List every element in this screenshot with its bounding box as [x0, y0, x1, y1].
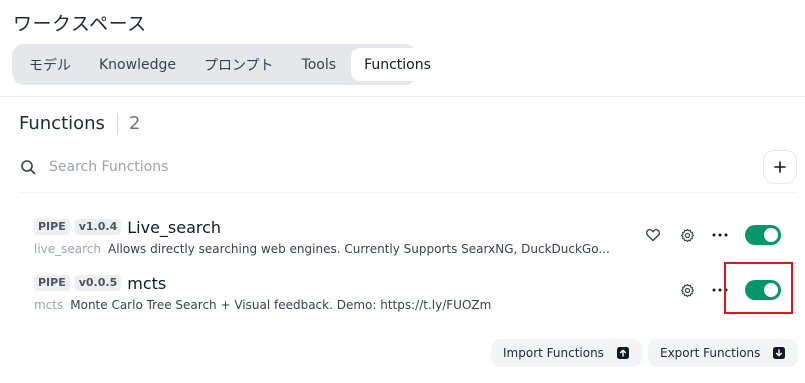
export-label: Export Functions — [660, 346, 761, 360]
heart-icon — [645, 229, 661, 242]
function-name: Live_search — [127, 217, 222, 237]
favorite-button[interactable] — [642, 224, 664, 246]
page-title: ワークスペース — [13, 13, 147, 35]
section-header: Functions 2 — [19, 113, 140, 134]
header-divider — [0, 96, 805, 97]
settings-button[interactable] — [676, 279, 698, 301]
section-title: Functions — [19, 113, 105, 134]
function-description: Monte Carlo Tree Search + Visual feedbac… — [70, 298, 492, 312]
function-count: 2 — [128, 113, 141, 134]
section-separator — [116, 113, 118, 134]
import-label: Import Functions — [503, 346, 604, 360]
tab-knowledge[interactable]: Knowledge — [86, 48, 189, 81]
highlight-box — [724, 262, 793, 314]
add-function-button[interactable] — [763, 150, 797, 184]
search-icon — [19, 158, 37, 176]
upload-icon — [616, 347, 629, 359]
function-id: live_search — [34, 242, 102, 256]
workspace-tabbar: モデル Knowledge プロンプト Tools Functions — [12, 44, 444, 85]
tab-models[interactable]: モデル — [16, 48, 84, 81]
function-id: mcts — [34, 298, 64, 312]
toggle-knob — [764, 228, 778, 242]
more-options-button[interactable] — [709, 224, 731, 246]
export-functions-button[interactable]: Export Functions — [648, 339, 799, 367]
type-badge: PIPE — [34, 219, 70, 235]
gear-icon — [680, 283, 694, 297]
enable-toggle[interactable] — [745, 225, 781, 245]
import-functions-button[interactable]: Import Functions — [491, 339, 642, 367]
function-description: Allows directly searching web engines. C… — [108, 242, 610, 256]
function-name: mcts — [127, 273, 167, 293]
version-badge: v0.0.5 — [74, 275, 122, 291]
search-input[interactable] — [49, 159, 729, 175]
plus-icon — [774, 161, 786, 173]
type-badge: PIPE — [34, 275, 70, 291]
download-icon — [773, 347, 786, 359]
tab-prompts[interactable]: プロンプト — [191, 48, 287, 81]
version-badge: v1.0.4 — [74, 219, 122, 235]
search-row — [19, 150, 797, 184]
gear-icon — [680, 228, 694, 242]
tab-tools[interactable]: Tools — [289, 48, 350, 81]
list-divider — [19, 192, 797, 193]
settings-button[interactable] — [676, 224, 698, 246]
tab-functions[interactable]: Functions — [351, 48, 444, 81]
ellipsis-icon — [712, 233, 728, 237]
